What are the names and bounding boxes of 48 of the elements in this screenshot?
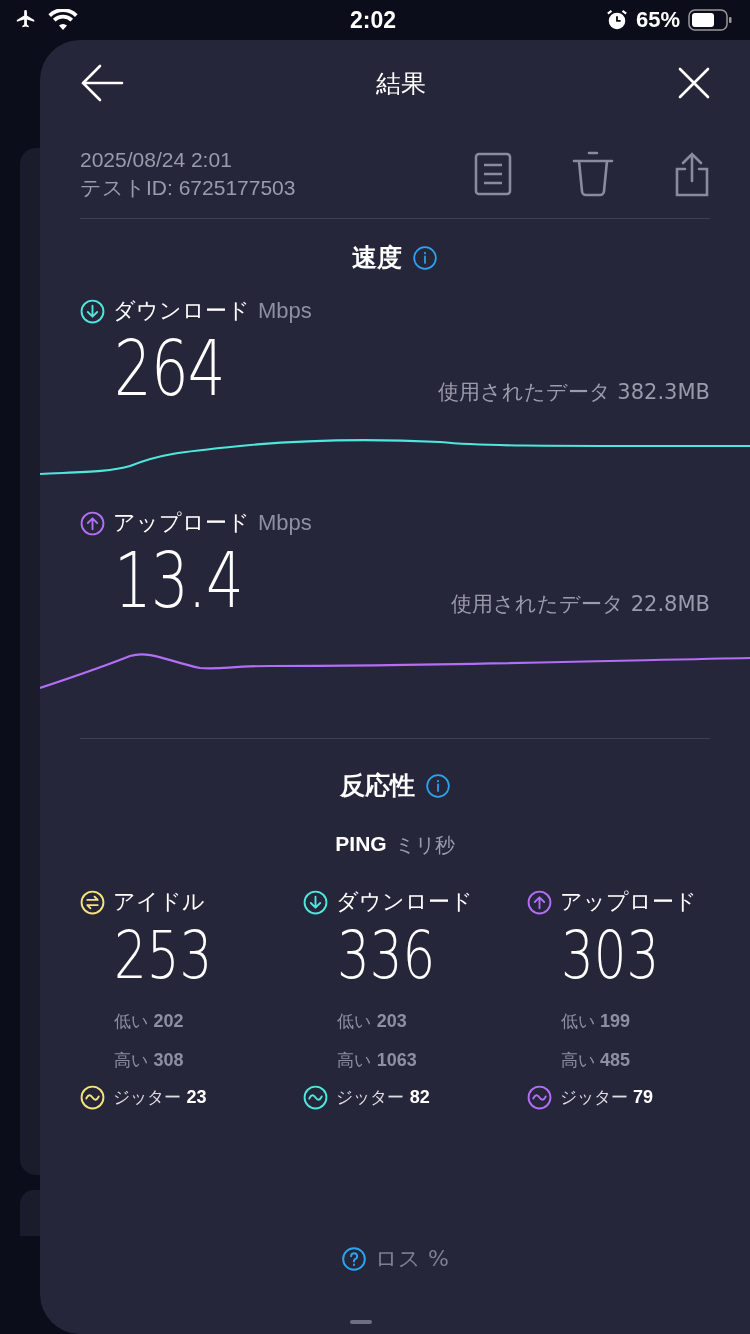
ping-label: PING: [335, 832, 387, 857]
ping-column-label: アップロード: [559, 888, 697, 916]
wifi-icon: [48, 9, 78, 31]
ping-unit: ミリ秒: [394, 832, 455, 859]
help-icon: [341, 1246, 368, 1272]
test-id: テストID: 6725177503: [80, 175, 296, 201]
ping-low: 低い 203: [337, 1010, 408, 1033]
document-icon[interactable]: [474, 152, 512, 196]
ping-high: 高い 308: [114, 1049, 185, 1072]
header-title: 結果: [376, 67, 426, 100]
jitter-text: ジッター 79: [559, 1086, 654, 1109]
metric-label: ダウンロード: [113, 297, 250, 325]
jitter-text: ジッター 23: [113, 1086, 207, 1109]
status-time: 2:02: [349, 6, 396, 34]
data-used: 使用されたデータ 382.3MB: [437, 379, 710, 406]
share-icon[interactable]: [674, 151, 710, 197]
ping-column-label: ダウンロード: [336, 888, 474, 916]
battery-icon: [688, 9, 732, 31]
info-icon: [424, 772, 451, 799]
back-button[interactable]: [80, 63, 124, 103]
ping-low: 低い 199: [560, 1010, 632, 1033]
ping-value: 253: [114, 917, 214, 995]
trash-icon[interactable]: [572, 151, 614, 197]
test-date: 2025/08/24 2:01: [80, 147, 233, 173]
speed-value: 13.4: [114, 538, 243, 624]
ping-high: 高い 485: [560, 1049, 632, 1072]
metric-label: アップロード: [113, 509, 250, 537]
wave-icon: [303, 1085, 329, 1110]
data-used: 使用されたデータ 22.8MB: [451, 591, 710, 618]
ping-high: 高い 1063: [337, 1049, 418, 1072]
jitter-text: ジッター 82: [336, 1086, 430, 1109]
speed-title: 速度: [352, 242, 402, 274]
wave-icon: [80, 1085, 105, 1110]
info-icon: [412, 244, 438, 271]
ping-column-label: アイドル: [113, 888, 205, 916]
home-indicator: [350, 1320, 372, 1324]
responsiveness-title: 反応性: [339, 770, 415, 802]
ping-value: 336: [337, 917, 437, 995]
speed-value: 264: [114, 326, 225, 412]
close-button[interactable]: [678, 67, 710, 99]
ping-low: 低い 202: [114, 1010, 185, 1033]
ping-value: 303: [560, 917, 660, 995]
wave-icon: [526, 1085, 552, 1110]
metric-unit: Mbps: [258, 298, 312, 324]
loss-label: ロス %: [375, 1245, 449, 1273]
metric-unit: Mbps: [258, 510, 312, 536]
battery-percent: 65%: [635, 7, 680, 33]
alarm-icon: [605, 9, 628, 31]
